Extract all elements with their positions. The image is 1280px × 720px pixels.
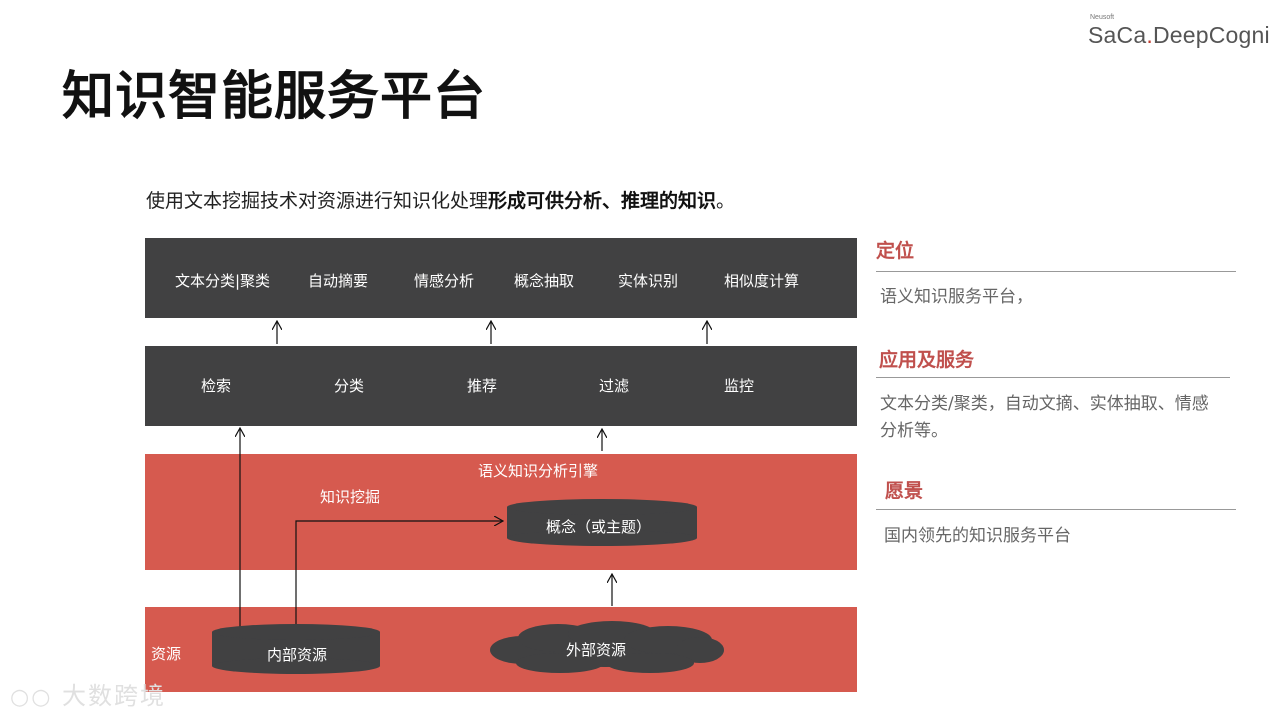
- positioning-text: 语义知识服务平台，: [880, 287, 1033, 307]
- concept-label: 概念（或主题）: [546, 518, 652, 536]
- positioning-divider: [876, 271, 1236, 272]
- vision-heading: 愿景: [885, 480, 924, 502]
- vision-text: 国内领先的知识服务平台: [884, 526, 1071, 546]
- positioning-heading: 定位: [876, 240, 915, 262]
- application-divider: [876, 377, 1230, 378]
- application-text: 文本分类/聚类，自动文摘、实体抽取、情感分析等。: [880, 394, 1209, 441]
- vision-divider: [876, 509, 1236, 510]
- internal-resource-label: 内部资源: [267, 646, 328, 664]
- watermark-text: 大数跨境: [62, 682, 167, 710]
- external-resource-label: 外部资源: [566, 641, 627, 659]
- watermark-icon: ○○: [10, 685, 53, 710]
- arrow-internal-to-concept: [295, 521, 503, 628]
- watermark: ○○ 大数跨境: [10, 676, 166, 711]
- diagram-connectors: [212, 0, 724, 674]
- application-heading: 应用及服务: [879, 349, 975, 371]
